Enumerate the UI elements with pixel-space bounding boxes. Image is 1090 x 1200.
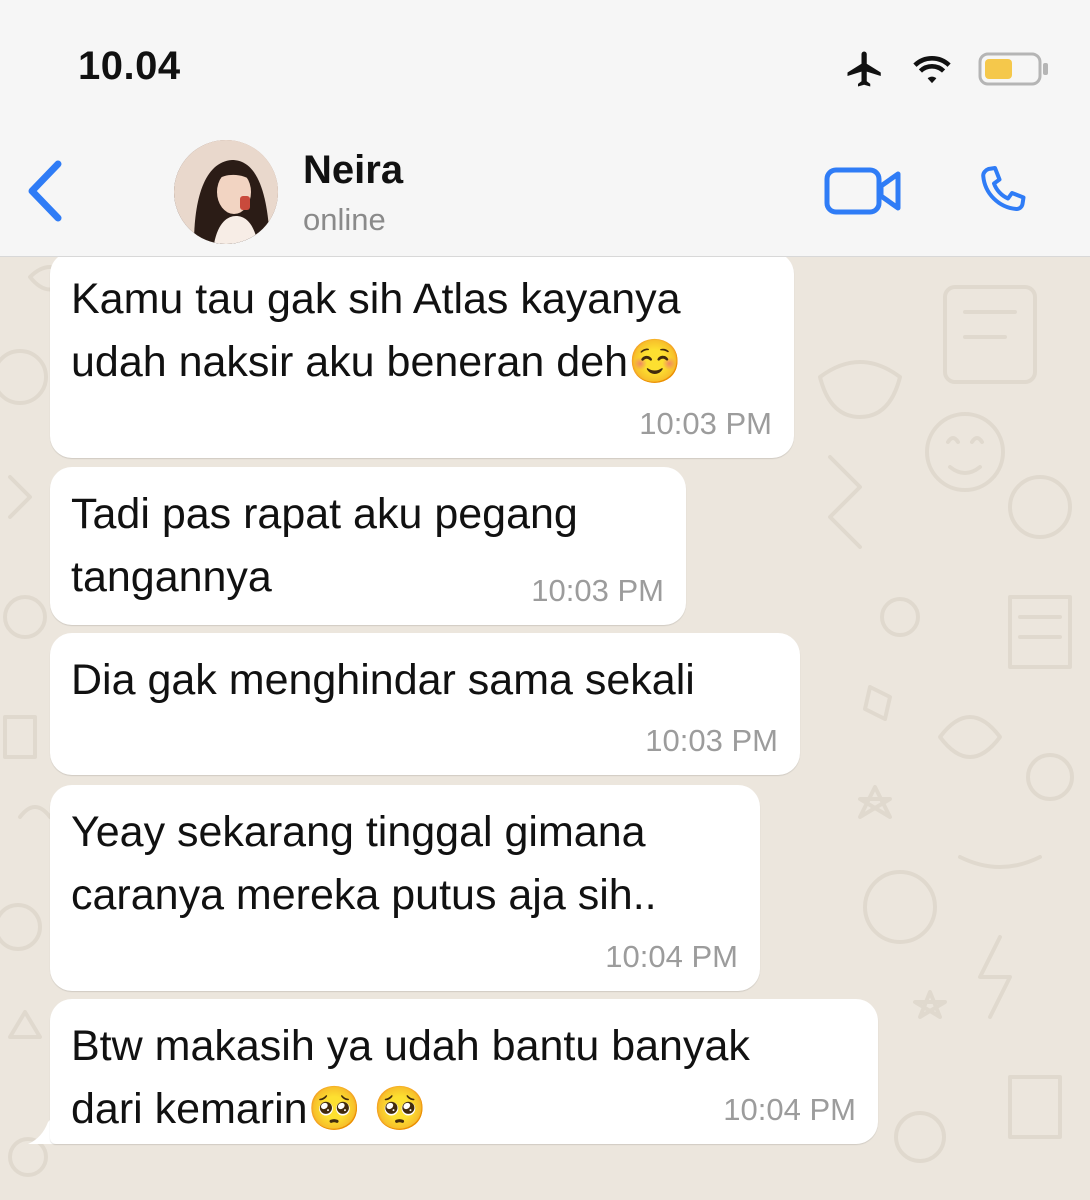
wifi-icon xyxy=(912,53,952,90)
status-icons xyxy=(844,48,1050,95)
message-time: 10:04 PM xyxy=(723,1092,856,1127)
status-time: 10.04 xyxy=(78,44,181,88)
message-bubble[interactable]: Yeay sekarang tinggal gimana caranya mer… xyxy=(50,785,760,991)
airplane-icon xyxy=(844,48,886,95)
message-time: 10:03 PM xyxy=(645,723,778,758)
video-call-icon[interactable] xyxy=(824,166,902,216)
message-bubble[interactable]: Dia gak menghindar sama sekali 10:03 PM xyxy=(50,633,800,775)
message-text: Dia gak menghindar sama sekali xyxy=(71,656,695,704)
message-text: Tadi pas rapat aku pegang tangannya xyxy=(71,490,578,601)
message-bubble[interactable]: Kamu tau gak sih Atlas kayanya udah naks… xyxy=(50,257,794,458)
contact-avatar[interactable] xyxy=(174,140,278,244)
message-text: Btw makasih ya udah bantu banyak dari ke… xyxy=(71,1022,750,1133)
battery-icon xyxy=(978,52,1050,91)
message-text: Kamu tau gak sih Atlas kayanya udah naks… xyxy=(71,275,682,386)
message-bubble[interactable]: Tadi pas rapat aku pegang tangannya 10:0… xyxy=(50,467,686,625)
contact-name[interactable]: Neira xyxy=(303,148,403,193)
message-text: Yeay sekarang tinggal gimana caranya mer… xyxy=(71,808,657,919)
phone-call-icon[interactable] xyxy=(970,162,1034,222)
status-bar: 10.04 xyxy=(0,0,1090,120)
chevron-left-icon[interactable] xyxy=(22,158,68,224)
contact-status: online xyxy=(303,202,386,237)
message-time: 10:03 PM xyxy=(531,573,664,608)
chat-header: Neira online xyxy=(0,120,1090,257)
message-bubble[interactable]: Btw makasih ya udah bantu banyak dari ke… xyxy=(50,999,878,1144)
message-time: 10:03 PM xyxy=(639,406,772,441)
chat-area[interactable]: Kamu tau gak sih Atlas kayanya udah naks… xyxy=(0,257,1090,1200)
message-time: 10:04 PM xyxy=(605,939,738,974)
